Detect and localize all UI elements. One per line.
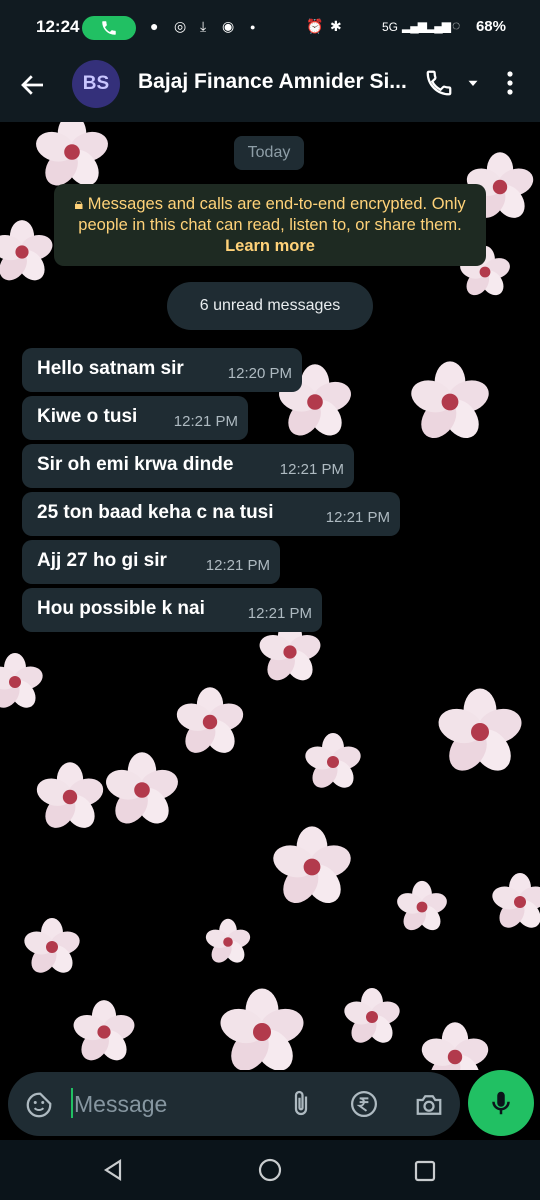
message-time: 12:21 PM bbox=[205, 557, 270, 574]
encryption-notice[interactable]: 🔒︎ Messages and calls are end-to-end enc… bbox=[54, 184, 486, 266]
signal-icon-2: ▂▄▆ bbox=[426, 19, 451, 33]
status-time: 12:24 bbox=[36, 17, 80, 36]
battery-level: 68% bbox=[475, 18, 506, 35]
payment-button[interactable] bbox=[349, 1089, 379, 1124]
back-button[interactable] bbox=[18, 70, 48, 105]
message-input[interactable] bbox=[74, 1088, 264, 1120]
voice-message-button[interactable] bbox=[468, 1070, 534, 1136]
status-bar: 12:24 ● ◎ ⤓ ◉ ● ⏰ ✱ 5G ▂▄▆ ▂▄▆ ◌ 68% bbox=[0, 0, 540, 56]
circle-home-icon bbox=[258, 1158, 282, 1182]
message-time: 12:20 PM bbox=[227, 365, 292, 382]
sticker-button[interactable] bbox=[24, 1090, 54, 1125]
message-time: 12:21 PM bbox=[247, 605, 312, 622]
attach-button[interactable] bbox=[286, 1089, 316, 1124]
message-text: Sir oh emi krwa dinde bbox=[37, 454, 234, 475]
text-cursor bbox=[71, 1088, 73, 1118]
camera-icon bbox=[416, 1095, 442, 1115]
ongoing-call-chip[interactable] bbox=[82, 16, 136, 40]
network-type: 5G bbox=[382, 20, 399, 34]
alarm-icon: ⏰ bbox=[306, 18, 324, 34]
camera-button[interactable] bbox=[414, 1090, 444, 1125]
chat-header: BS Bajaj Finance Amnider Si... bbox=[0, 56, 540, 122]
message-bubble[interactable]: Sir oh emi krwa dinde 12:21 PM bbox=[22, 444, 354, 488]
bluetooth-icon: ✱ bbox=[330, 18, 342, 34]
contact-name[interactable]: Bajaj Finance Amnider Si... bbox=[138, 70, 418, 94]
chat-notification-icon: ● bbox=[150, 18, 159, 34]
battery-icon: ◌ bbox=[452, 17, 461, 33]
system-nav-bar bbox=[0, 1140, 540, 1200]
chat-area[interactable]: Today 🔒︎ Messages and calls are end-to-e… bbox=[0, 122, 540, 1070]
nav-back-button[interactable] bbox=[102, 1158, 126, 1187]
more-vert-icon bbox=[507, 71, 513, 95]
back-arrow-icon bbox=[21, 75, 43, 95]
whatsapp-notification-icon: ◎ bbox=[174, 18, 187, 34]
message-text: Ajj 27 ho gi sir bbox=[37, 550, 167, 571]
square-recents-icon bbox=[414, 1160, 436, 1182]
more-notifications-dot-icon: ● bbox=[250, 22, 256, 32]
message-bubble[interactable]: 25 ton baad keha c na tusi 12:21 PM bbox=[22, 492, 400, 536]
chevron-down-icon bbox=[468, 80, 478, 86]
message-text: Hello satnam sir bbox=[37, 358, 184, 379]
message-bubble[interactable]: Hou possible k nai 12:21 PM bbox=[22, 588, 322, 632]
voice-call-button[interactable] bbox=[424, 68, 454, 103]
message-text: Kiwe o tusi bbox=[37, 406, 138, 427]
messenger-icon: ◉ bbox=[222, 18, 235, 34]
phone-wifi-icon bbox=[102, 21, 116, 35]
message-bubble[interactable]: Kiwe o tusi 12:21 PM bbox=[22, 396, 248, 440]
message-time: 12:21 PM bbox=[325, 509, 390, 526]
triangle-back-icon bbox=[103, 1158, 122, 1182]
call-options-dropdown[interactable] bbox=[464, 74, 482, 97]
message-text: 25 ton baad keha c na tusi bbox=[37, 502, 274, 523]
download-icon: ⤓ bbox=[200, 18, 207, 34]
nav-home-button[interactable] bbox=[258, 1158, 282, 1187]
lock-icon: 🔒︎ bbox=[74, 195, 84, 213]
phone-icon bbox=[426, 70, 452, 96]
signal-icon: ▂▄▆ bbox=[402, 19, 427, 33]
more-options-button[interactable] bbox=[500, 68, 520, 103]
nav-recents-button[interactable] bbox=[414, 1160, 436, 1187]
unread-messages-divider: 6 unread messages bbox=[167, 282, 373, 330]
encryption-text: Messages and calls are end-to-end encryp… bbox=[78, 195, 466, 234]
rupee-icon bbox=[351, 1091, 377, 1117]
sticker-icon bbox=[26, 1092, 52, 1118]
message-time: 12:21 PM bbox=[173, 413, 238, 430]
avatar[interactable]: BS bbox=[72, 60, 120, 108]
attach-icon bbox=[294, 1090, 308, 1116]
message-time: 12:21 PM bbox=[279, 461, 344, 478]
message-composer bbox=[8, 1072, 460, 1136]
mic-icon bbox=[492, 1091, 510, 1115]
message-bubble[interactable]: Ajj 27 ho gi sir 12:21 PM bbox=[22, 540, 280, 584]
message-text: Hou possible k nai bbox=[37, 598, 205, 619]
message-bubble[interactable]: Hello satnam sir 12:20 PM bbox=[22, 348, 302, 392]
date-separator: Today bbox=[234, 136, 304, 170]
learn-more-link[interactable]: Learn more bbox=[225, 237, 315, 255]
